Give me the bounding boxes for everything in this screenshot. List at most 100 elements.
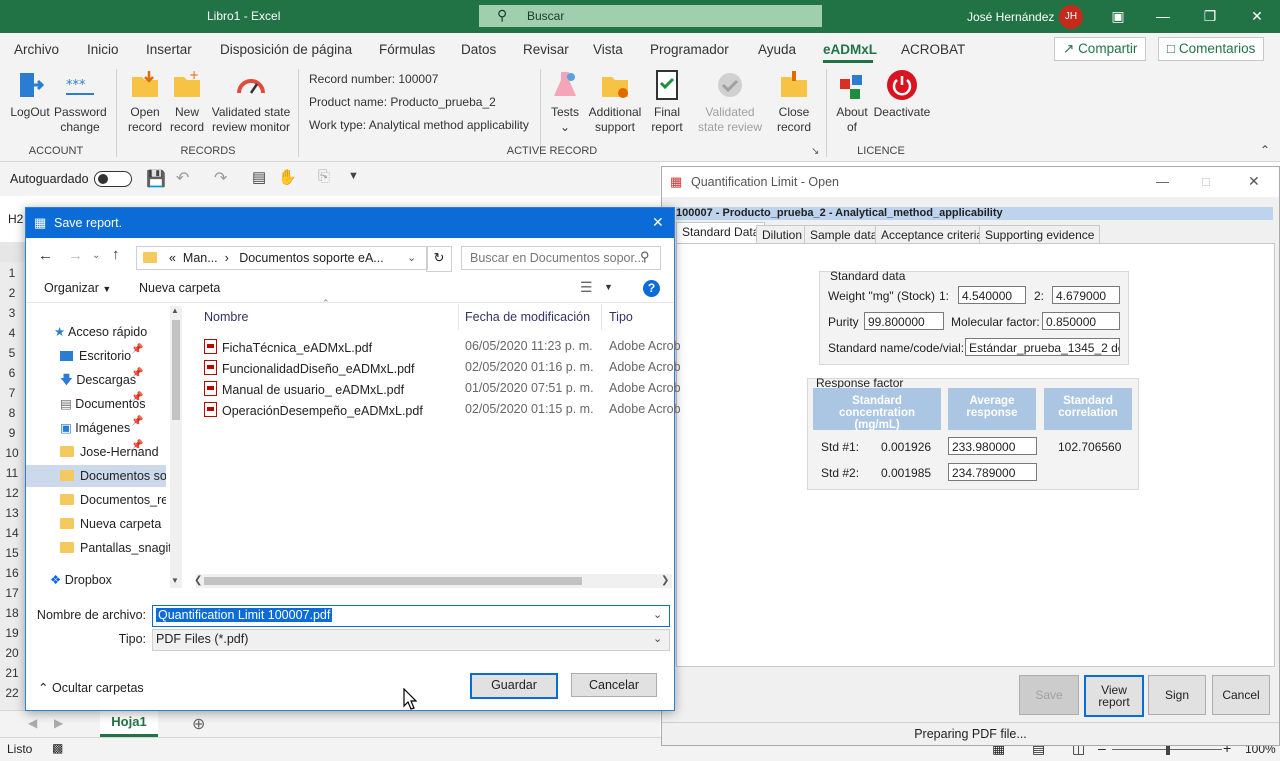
final-report-button[interactable]: Final report	[646, 69, 688, 135]
new-record-button[interactable]: + New record	[166, 69, 208, 135]
menu-disposicion[interactable]: Disposición de página	[220, 42, 352, 57]
scroll-up-icon[interactable]: ▲	[171, 306, 179, 315]
row-header[interactable]: 11	[0, 466, 24, 480]
menu-eadmxl[interactable]: eADMxL	[823, 42, 877, 57]
hide-folders-button[interactable]: ⌃ Ocultar carpetas	[38, 680, 144, 695]
search-box[interactable]: ⚲ Buscar	[479, 5, 822, 27]
close-icon[interactable]: ✕	[1248, 173, 1260, 190]
menu-vista[interactable]: Vista	[593, 42, 623, 57]
ribbon-display-icon[interactable]: ▣	[1103, 4, 1133, 28]
form-icon[interactable]: ▤	[252, 168, 266, 186]
open-record-button[interactable]: Open record	[122, 69, 168, 135]
customize-qat-icon[interactable]: ▼	[348, 170, 359, 182]
view-report-button[interactable]: View report	[1084, 675, 1144, 717]
deactivate-button[interactable]: Deactivate	[872, 69, 932, 120]
row-header[interactable]: 21	[0, 666, 24, 680]
close-record-button[interactable]: Close record	[772, 69, 816, 135]
save-button[interactable]: Save	[1019, 675, 1079, 715]
help-icon[interactable]: ?	[643, 280, 660, 297]
scroll-down-icon[interactable]: ▼	[171, 576, 179, 585]
tab-dilution[interactable]: Dilution	[756, 225, 809, 244]
tab-sample-data[interactable]: Sample data	[804, 225, 884, 244]
nav-jose-folder[interactable]: Jose-Hernand	[60, 441, 182, 463]
nav-dropbox[interactable]: ❖ Dropbox	[50, 569, 172, 591]
file-row[interactable]: FuncionalidadDiseño_eADMxL.pdf 02/05/202…	[204, 360, 681, 381]
row-header[interactable]: 6	[0, 366, 24, 380]
comments-button[interactable]: □ Comentarios	[1158, 37, 1265, 61]
menu-ayuda[interactable]: Ayuda	[758, 42, 796, 57]
nav-descargas[interactable]: 🡇 Descargas	[60, 369, 182, 391]
file-row[interactable]: OperaciónDesempeño_eADMxL.pdf 02/05/2020…	[204, 402, 681, 423]
hscrollbar-thumb[interactable]	[204, 577, 582, 585]
nav-scrollbar-thumb[interactable]	[172, 320, 180, 420]
menu-programador[interactable]: Programador	[650, 42, 729, 57]
row-header[interactable]: 8	[0, 406, 24, 420]
row-header[interactable]: 18	[0, 606, 24, 620]
address-segment[interactable]: Man...	[183, 251, 218, 265]
standard-name-field[interactable]: Estándar_prueba_1345_2 de 2	[965, 338, 1120, 356]
row-header[interactable]: 7	[0, 386, 24, 400]
file-type-select[interactable]: PDF Files (*.pdf) ⌄	[152, 629, 670, 651]
up-icon[interactable]: ↑	[112, 246, 120, 263]
pin-icon[interactable]: 📌	[131, 344, 143, 355]
organize-button[interactable]: Organizar ▼	[44, 281, 111, 295]
nav-documentos[interactable]: ▤ Documentos	[60, 393, 182, 415]
new-folder-button[interactable]: Nueva carpeta	[139, 281, 220, 295]
nav-documentos-rec[interactable]: Documentos_rec	[60, 489, 166, 511]
pin-icon[interactable]: 📌	[131, 368, 143, 379]
molecular-factor-field[interactable]: 0.850000	[1042, 312, 1120, 330]
nav-pantallas[interactable]: Pantallas_snagit	[60, 537, 182, 559]
menu-formulas[interactable]: Fórmulas	[379, 42, 435, 57]
weight-2-field[interactable]: 4.679000	[1052, 286, 1120, 304]
cancelar-button[interactable]: Cancelar	[571, 673, 657, 697]
file-row[interactable]: FichaTécnica_eADMxL.pdf 06/05/2020 11:23…	[204, 339, 681, 360]
file-row[interactable]: Manual de usuario_ eADMxL.pdf 01/05/2020…	[204, 381, 681, 402]
share-button[interactable]: ↗ Compartir	[1054, 37, 1147, 61]
filename-input[interactable]: Quantification Limit 100007.pdf ⌄	[152, 605, 670, 627]
address-prefix[interactable]: «	[169, 251, 176, 265]
row-header[interactable]: 14	[0, 526, 24, 540]
pin-icon[interactable]: 📌	[131, 440, 143, 451]
tab-acceptance-criteria[interactable]: Acceptance criteria	[875, 225, 990, 244]
password-change-button[interactable]: *** Password change	[54, 69, 107, 135]
macro-record-icon[interactable]: ▩	[52, 741, 63, 755]
forward-icon[interactable]: →	[68, 247, 83, 264]
next-sheet-icon[interactable]: ▶	[54, 716, 63, 730]
logout-button[interactable]: LogOut	[6, 69, 54, 120]
nav-imagenes[interactable]: ▣ Imágenes	[60, 417, 182, 439]
review-monitor-button[interactable]: Validated state review monitor	[208, 69, 294, 135]
collapse-ribbon-icon[interactable]: ⌃	[1260, 143, 1270, 157]
add-sheet-icon[interactable]: ⊕	[192, 714, 205, 734]
weight-1-field[interactable]: 4.540000	[958, 286, 1026, 304]
autosave-toggle[interactable]	[94, 171, 132, 187]
row-header[interactable]: 22	[0, 686, 24, 700]
name-box[interactable]: H2	[8, 212, 23, 226]
chevron-down-icon[interactable]: ⌄	[653, 608, 662, 621]
row-header[interactable]: 9	[0, 426, 24, 440]
column-header-type[interactable]: Tipo	[609, 310, 633, 324]
nav-escritorio[interactable]: Escritorio	[60, 345, 182, 367]
row-header[interactable]: 13	[0, 506, 24, 520]
menu-archivo[interactable]: Archivo	[14, 42, 59, 57]
row-header[interactable]: 2	[0, 286, 24, 300]
address-segment[interactable]: Documentos soporte eA...	[239, 251, 384, 265]
chevron-down-icon[interactable]: ⌄	[653, 632, 662, 645]
menu-datos[interactable]: Datos	[461, 42, 496, 57]
close-icon[interactable]: ✕	[652, 214, 664, 231]
close-icon[interactable]: ✕	[1242, 4, 1272, 28]
avatar[interactable]: JH	[1059, 5, 1083, 29]
sign-button[interactable]: Sign	[1148, 675, 1206, 715]
undo-icon[interactable]: ↶	[176, 168, 189, 188]
row-header[interactable]: 16	[0, 566, 24, 580]
touch-mode-icon[interactable]: ✋	[278, 168, 297, 186]
redo-icon[interactable]: ↷	[214, 168, 227, 188]
additional-support-button[interactable]: Additional support	[585, 69, 645, 135]
column-divider[interactable]	[601, 304, 602, 330]
scroll-right-icon[interactable]: ❯	[661, 575, 669, 586]
minimize-icon[interactable]: —	[1156, 174, 1169, 189]
address-dropdown-icon[interactable]: ⌄	[407, 251, 416, 264]
tab-standard-data[interactable]: Standard Data	[676, 222, 766, 244]
row-header[interactable]: 12	[0, 486, 24, 500]
prev-sheet-icon[interactable]: ◀	[28, 716, 37, 730]
recent-locations-icon[interactable]: ⌄	[92, 250, 100, 261]
